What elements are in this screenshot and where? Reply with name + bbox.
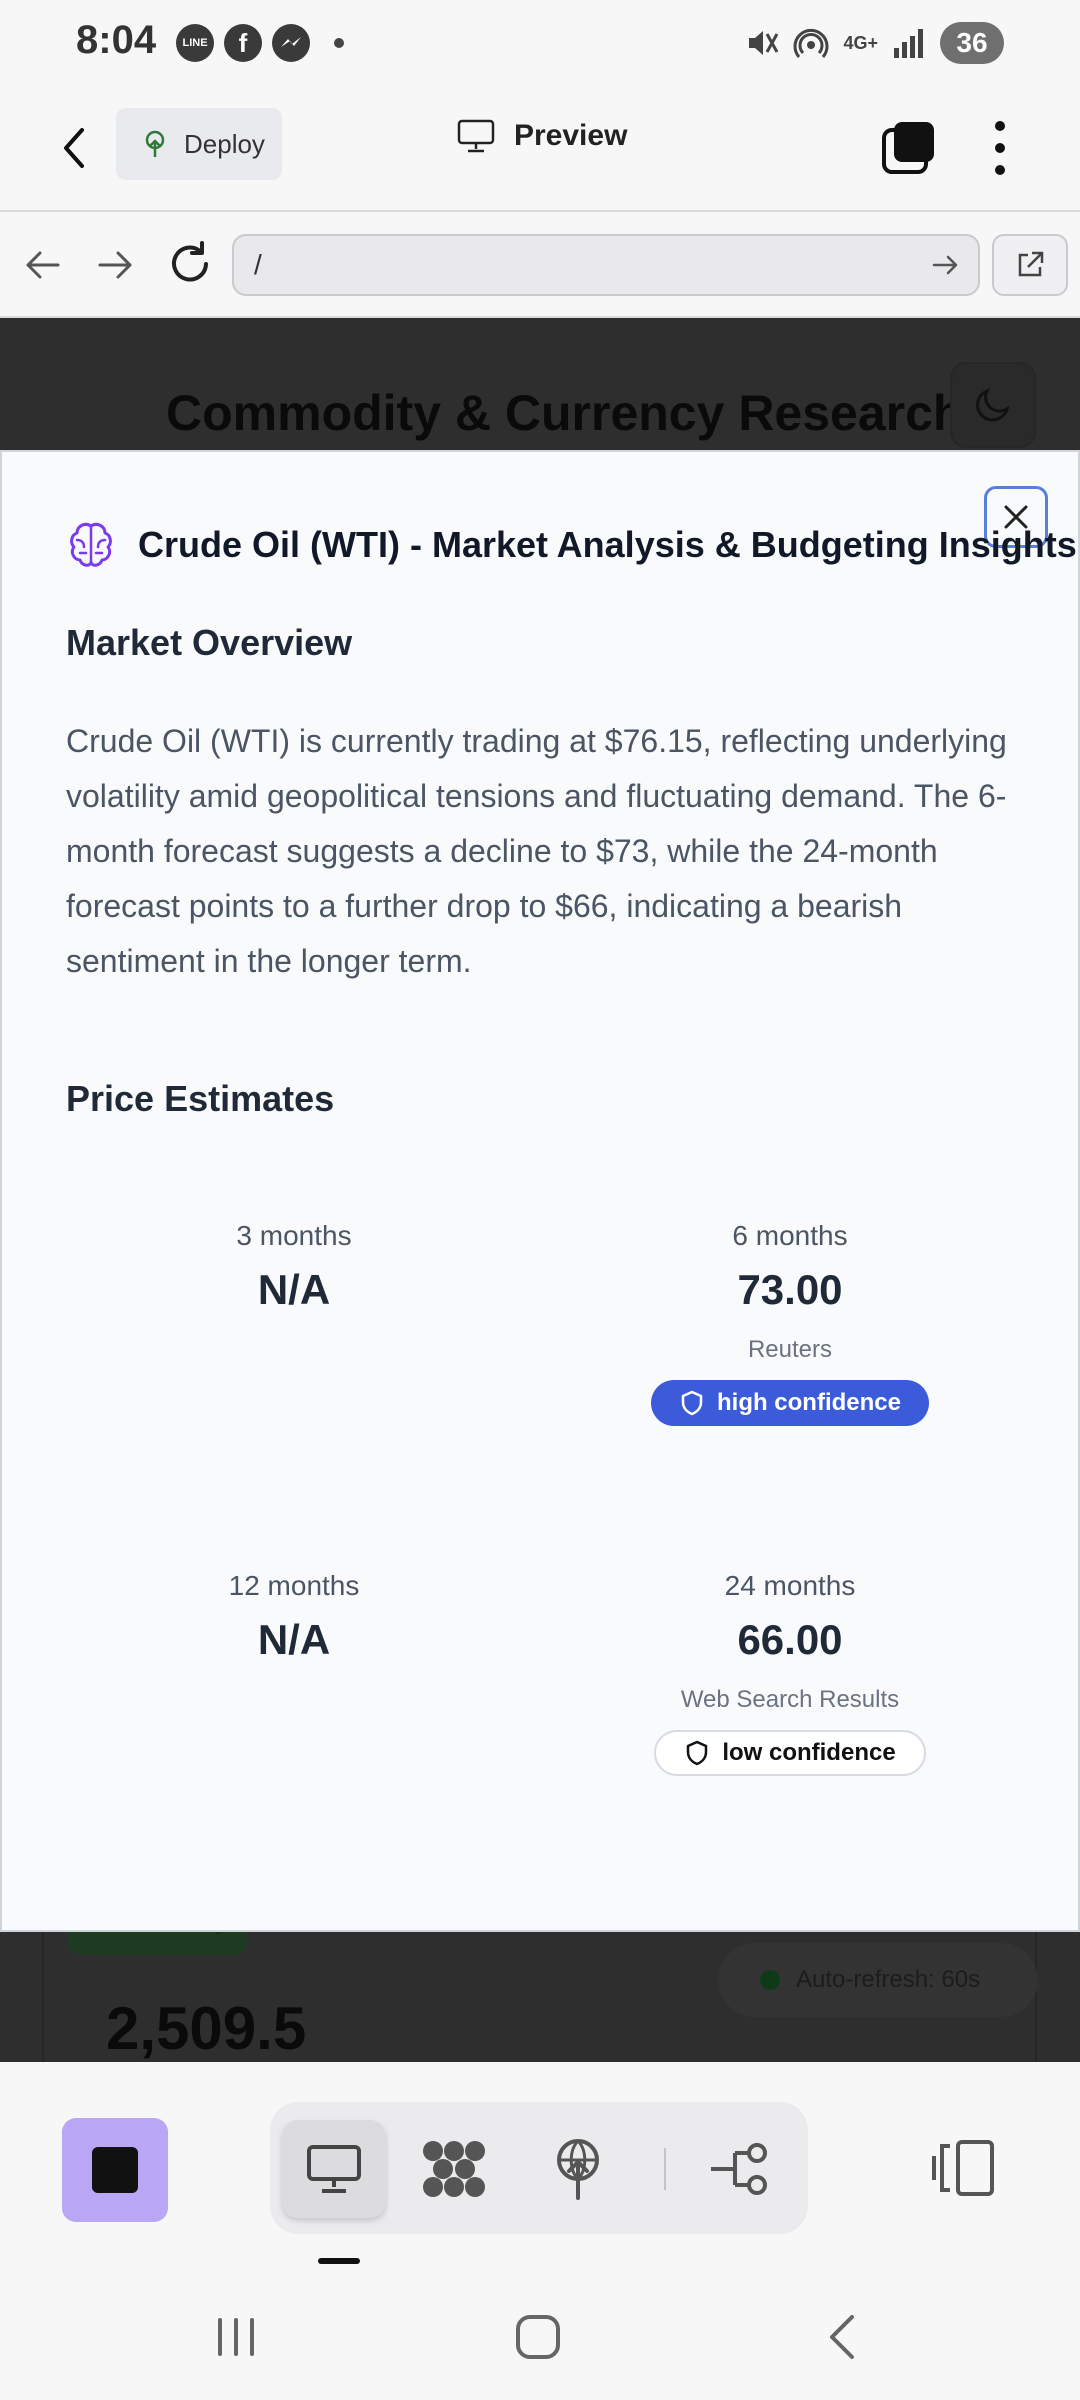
facebook-icon: f	[224, 24, 262, 62]
deploy-button[interactable]: Deploy	[116, 108, 282, 180]
estimate-period: 12 months	[228, 1570, 360, 1601]
branch-icon	[711, 2143, 767, 2195]
panel-toggle-icon[interactable]	[928, 2136, 998, 2200]
open-external-button[interactable]	[992, 234, 1068, 296]
go-arrow-icon[interactable]	[930, 250, 960, 280]
confidence-label: low confidence	[722, 1739, 896, 1766]
reload-icon[interactable]	[166, 240, 214, 288]
system-navigation-bar	[0, 2274, 1080, 2400]
recents-icon[interactable]	[206, 2312, 266, 2362]
confidence-badge-low: low confidence	[654, 1730, 926, 1776]
stop-button[interactable]	[62, 2118, 168, 2222]
commodity-price: 2,509.5	[106, 1995, 307, 2062]
bottom-toolbar	[0, 2062, 1080, 2274]
moon-icon	[976, 388, 1010, 422]
more-menu-icon[interactable]	[980, 116, 1020, 180]
toolbar-divider	[664, 2148, 666, 2190]
status-dot	[760, 1970, 780, 1990]
confidence-label: high confidence	[716, 1389, 901, 1416]
estimate-period: 3 months	[236, 1220, 352, 1251]
estimate-3-months: 3 months N/A	[74, 1220, 514, 1314]
estimate-value: N/A	[257, 1266, 331, 1313]
preview-label: Preview	[514, 119, 628, 152]
theme-toggle-button[interactable]	[950, 362, 1036, 448]
external-link-icon	[1018, 251, 1044, 277]
status-bar: 8:04 LINE f 4G+ 36	[0, 0, 1080, 88]
shield-icon	[687, 1740, 708, 1766]
mute-icon	[749, 31, 779, 55]
url-input[interactable]: /	[232, 234, 980, 296]
back-button[interactable]	[50, 118, 98, 178]
estimate-24-months: 24 months 66.00 Web Search Results low c…	[570, 1570, 1010, 1776]
market-overview-text: Crude Oil (WTI) is currently trading at …	[66, 723, 1007, 979]
estimate-value: 73.00	[737, 1266, 843, 1313]
arrow-left-icon[interactable]	[20, 242, 66, 288]
deploy-view-button[interactable]	[526, 2120, 630, 2218]
home-icon[interactable]	[510, 2312, 566, 2362]
estimate-value: N/A	[257, 1616, 331, 1663]
messenger-icon	[272, 24, 310, 62]
analysis-modal: Crude Oil (WTI) - Market Analysis & Budg…	[0, 450, 1080, 1932]
estimate-12-months: 12 months N/A	[74, 1570, 514, 1664]
hotspot-icon	[794, 28, 829, 58]
status-time: 8:04	[76, 18, 157, 62]
apps-grid-icon	[423, 2141, 485, 2197]
preview-tab[interactable]: Preview	[456, 118, 627, 154]
preview-view-button[interactable]	[282, 2120, 386, 2218]
estimate-period: 24 months	[724, 1570, 856, 1601]
apps-view-button[interactable]	[402, 2120, 506, 2218]
page-title: Commodity & Currency Research	[166, 385, 964, 441]
view-switcher	[270, 2102, 808, 2234]
deploy-label: Deploy	[184, 128, 265, 159]
brain-icon	[70, 522, 112, 567]
deploy-icon	[557, 2139, 599, 2200]
price-estimates-heading: Price Estimates	[66, 1078, 335, 1119]
line-app-icon: LINE	[176, 24, 214, 62]
auto-refresh-indicator: Auto-refresh: 60s	[718, 1943, 1038, 2017]
estimate-period: 6 months	[732, 1220, 848, 1251]
branch-view-button[interactable]	[688, 2120, 792, 2218]
arrow-right-icon[interactable]	[92, 242, 138, 288]
tabs-icon[interactable]	[878, 118, 938, 178]
chevron-left-icon	[64, 128, 84, 168]
modal-title: Crude Oil (WTI) - Market Analysis & Budg…	[138, 524, 1077, 565]
url-text: /	[254, 249, 262, 280]
estimate-source: Web Search Results	[680, 1686, 900, 1713]
stop-icon	[92, 2147, 138, 2193]
monitor-icon	[457, 119, 495, 153]
network-label: 4G+	[843, 32, 878, 53]
auto-refresh-label: Auto-refresh: 60s	[796, 1966, 981, 1993]
status-indicators: 4G+ 36	[745, 22, 1004, 64]
deploy-icon	[145, 130, 165, 157]
monitor-icon	[307, 2145, 361, 2193]
battery-indicator: 36	[940, 22, 1004, 64]
system-back-icon[interactable]	[818, 2312, 866, 2362]
market-overview-heading: Market Overview	[66, 622, 353, 663]
browser-url-row: /	[0, 212, 1080, 318]
estimate-value: 66.00	[737, 1616, 843, 1663]
modal-header: Crude Oil (WTI) - Market Analysis & Budg…	[66, 520, 1077, 570]
signal-icon	[894, 29, 923, 58]
app-header: Deploy Preview	[0, 88, 1080, 212]
estimate-6-months: 6 months 73.00 Reuters high confidence	[570, 1220, 1010, 1426]
notification-dot	[334, 38, 344, 48]
shield-icon	[681, 1390, 703, 1416]
active-tab-indicator	[318, 2258, 360, 2264]
confidence-badge-high: high confidence	[650, 1380, 929, 1426]
status-app-icons: LINE f	[176, 24, 344, 62]
estimate-source: Reuters	[747, 1336, 833, 1363]
